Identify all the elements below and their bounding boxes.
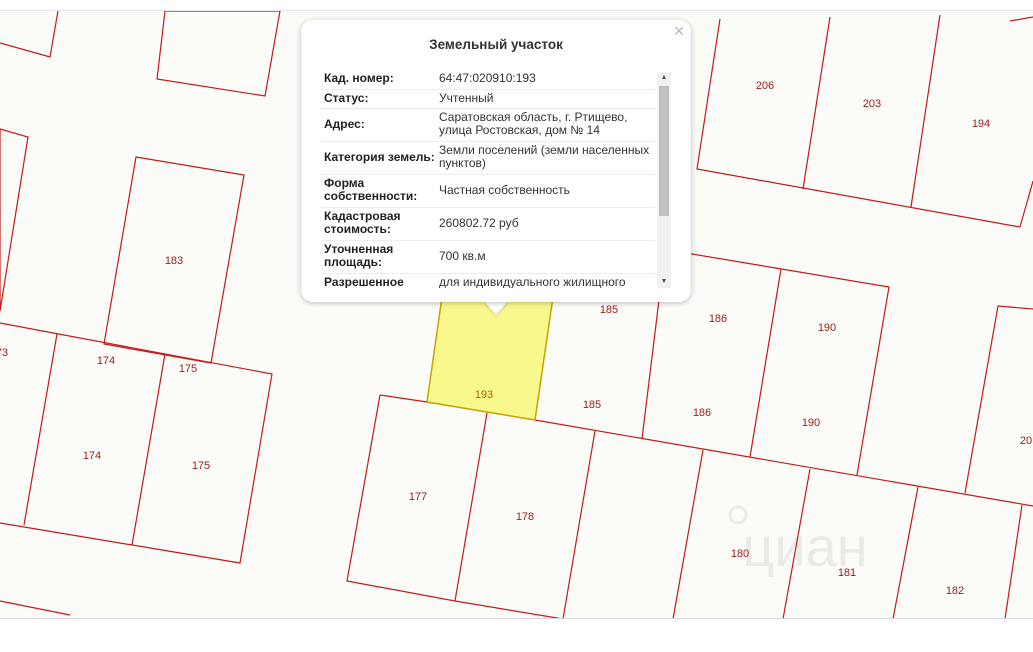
ownership-form-value: Частная собственность xyxy=(436,174,655,208)
parcel-label: 185 xyxy=(583,399,601,411)
table-row: Форма собственности: Частная собственнос… xyxy=(321,174,655,208)
table-row: Кад. номер: 64:47:020910:193 xyxy=(321,70,655,90)
address-key: Адрес: xyxy=(321,108,436,142)
parcel-label: 185 xyxy=(600,304,618,316)
cadastral-number-value: 64:47:020910:193 xyxy=(436,70,655,90)
table-row: Категория земель: Земли поселений (земли… xyxy=(321,141,655,175)
parcel-label: 183 xyxy=(165,255,183,267)
status-key: Статус: xyxy=(321,89,436,109)
parcel-label: 175 xyxy=(192,460,210,472)
table-row: Разрешенное для индивидуального жилищног… xyxy=(321,273,655,288)
parcel-label: 178 xyxy=(516,511,534,523)
parcel-boundary xyxy=(0,322,273,564)
parcel-boundary xyxy=(749,268,782,458)
parcel-label: 186 xyxy=(693,407,711,419)
parcel-label: 203 xyxy=(863,98,881,110)
selected-parcel-193[interactable] xyxy=(426,296,554,421)
land-category-key: Категория земель: xyxy=(321,141,436,175)
scroll-down-arrow-icon[interactable]: ▼ xyxy=(657,276,671,288)
parcel-boundary xyxy=(0,128,29,312)
info-table-container[interactable]: Кад. номер: 64:47:020910:193 Статус: Учт… xyxy=(321,70,671,288)
popup-title: Земельный участок xyxy=(429,37,563,52)
parcel-label: 174 xyxy=(83,450,101,462)
map-bottom-border xyxy=(0,618,1033,619)
parcel-boundary xyxy=(802,16,831,190)
permitted-use-value: для индивидуального жилищного xyxy=(436,273,655,288)
parcel-boundary xyxy=(672,449,704,619)
cadastral-value-value: 260802.72 руб xyxy=(436,207,655,241)
parcel-label: 190 xyxy=(802,417,820,429)
scroll-thumb[interactable] xyxy=(659,86,669,216)
parcel-boundary xyxy=(562,430,596,619)
parcel-label: 181 xyxy=(838,567,856,579)
parcel-boundary xyxy=(964,305,1033,494)
popup-pointer xyxy=(483,300,509,315)
parcel-boundary xyxy=(346,394,564,619)
table-row: Уточненная площадь: 700 кв.м xyxy=(321,240,655,274)
parcel-label: 194 xyxy=(972,118,990,130)
selected-parcel-label: 193 xyxy=(475,389,493,401)
parcel-boundary xyxy=(0,11,59,58)
parcel-boundary xyxy=(892,486,919,619)
parcel-info-table: Кад. номер: 64:47:020910:193 Статус: Учт… xyxy=(321,70,655,288)
parcel-boundary xyxy=(910,14,941,208)
permitted-use-key: Разрешенное xyxy=(321,273,436,288)
parcel-boundary xyxy=(156,11,281,97)
parcel-info-popup: Земельный участок × Кад. номер: 64:47:02… xyxy=(301,20,691,302)
cadastral-value-key: Кадастровая стоимость: xyxy=(321,207,436,241)
parcel-boundary xyxy=(454,412,488,602)
area-key: Уточненная площадь: xyxy=(321,240,436,274)
parcel-label: 182 xyxy=(946,585,964,597)
parcel-label: 180 xyxy=(731,548,749,560)
parcel-label: 206 xyxy=(756,80,774,92)
parcel-boundary xyxy=(131,353,166,546)
parcel-label: 177 xyxy=(409,491,427,503)
parcel-label: 73 xyxy=(0,347,8,359)
parcel-boundary xyxy=(23,333,58,526)
popup-scrollbar[interactable]: ▲ ▼ xyxy=(657,72,671,288)
land-category-value: Земли поселений (земли населенных пункто… xyxy=(436,141,655,175)
status-value: Учтенный xyxy=(436,89,655,109)
table-row: Статус: Учтенный xyxy=(321,89,655,109)
parcel-label: 190 xyxy=(818,322,836,334)
ownership-form-key: Форма собственности: xyxy=(321,174,436,208)
area-value: 700 кв.м xyxy=(436,240,655,274)
parcel-boundary xyxy=(0,600,71,616)
table-row: Кадастровая стоимость: 260802.72 руб xyxy=(321,207,655,241)
address-value: Саратовская область, г. Ртищево, улица Р… xyxy=(436,108,655,142)
cadastral-number-key: Кад. номер: xyxy=(321,70,436,90)
table-row: Адрес: Саратовская область, г. Ртищево, … xyxy=(321,108,655,142)
parcel-label: 186 xyxy=(709,313,727,325)
parcel-boundary xyxy=(1004,504,1023,619)
parcel-boundary xyxy=(1009,16,1033,22)
scroll-up-arrow-icon[interactable]: ▲ xyxy=(657,72,671,84)
parcel-label: 20 xyxy=(1020,435,1032,447)
parcel-label: 175 xyxy=(179,363,197,375)
parcel-label: 174 xyxy=(97,355,115,367)
close-icon[interactable]: × xyxy=(671,22,687,40)
